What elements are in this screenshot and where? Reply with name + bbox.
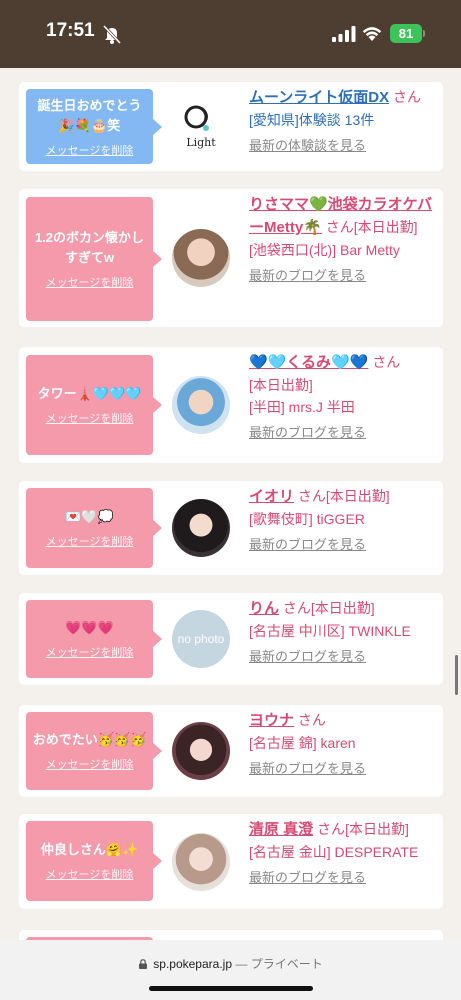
sender-name-link[interactable]: ムーンライト仮面DX (249, 89, 389, 106)
message-bubble: 💌🤍💭 メッセージを削除 (26, 488, 162, 568)
delete-message-link[interactable]: メッセージを削除 (46, 274, 134, 290)
latest-blog-link[interactable]: 最新のブログを見る (249, 758, 439, 777)
url-domain: sp.pokepara.jp (153, 957, 233, 971)
clock: 17:51 (46, 20, 95, 41)
message-text: タワー🗼🩵🩵🩵 (37, 386, 142, 401)
message-text: 1.2のボカン懐かしすぎてw (34, 230, 145, 265)
sender-detail: [半田] mrs.J 半田 (249, 399, 355, 415)
message-bubble: 💗💗💗 メッセージを削除 (26, 600, 162, 678)
delete-message-link[interactable]: メッセージを削除 (46, 142, 134, 158)
avatar[interactable] (172, 499, 230, 557)
avatar[interactable] (172, 833, 230, 891)
sender-detail: [名古屋 中川区] TWINKLE (249, 623, 411, 639)
latest-blog-link[interactable]: 最新のブログを見る (249, 422, 439, 441)
honorific: さん (317, 821, 346, 837)
sender-info: ヨウナ さん [名古屋 錦] karen 最新のブログを見る (249, 709, 439, 777)
battery-level: 81 (398, 26, 414, 41)
sender-info: りさママ💚池袋カラオケバーMetty🌴 さん[本日出勤] [池袋西口(北)] B… (249, 193, 439, 284)
avatar[interactable] (172, 722, 230, 780)
sender-detail: [愛知県]体験談 13件 (249, 112, 375, 128)
lock-icon (139, 959, 148, 969)
honorific: さん (392, 89, 421, 105)
browser-url-bar[interactable]: sp.pokepara.jp — プライベート (0, 940, 461, 1000)
working-today-badge: [本日出勤] (325, 488, 390, 504)
message-text: おめでたい🥳🥳🥳 (32, 732, 147, 747)
private-mode-label: プライベート (250, 957, 323, 971)
delete-message-link[interactable]: メッセージを削除 (46, 756, 134, 772)
delete-message-link[interactable]: メッセージを削除 (46, 644, 134, 660)
message-bubble: 1.2のボカン懐かしすぎてw メッセージを削除 (26, 197, 162, 321)
delete-message-link[interactable]: メッセージを削除 (46, 410, 134, 426)
message-card: タワー🗼🩵🩵🩵 メッセージを削除 💙🩵くるみ🩵💙 さん [本日出勤] [半田] … (19, 347, 443, 463)
honorific: さん (372, 354, 401, 370)
sender-info: りん さん[本日出勤] [名古屋 中川区] TWINKLE 最新のブログを見る (249, 597, 439, 665)
working-today-badge: [本日出勤] (353, 219, 418, 235)
message-card-partial (19, 930, 443, 940)
sender-info: ムーンライト仮面DX さん [愛知県]体験談 13件 最新の体験談を見る (249, 86, 439, 154)
scrollbar[interactable] (455, 655, 458, 695)
message-bubble: 誕生日おめでとう🎉💐🎂笑 メッセージを削除 (26, 89, 162, 164)
shop-logo-icon: Light (184, 105, 216, 149)
latest-blog-link[interactable]: 最新のブログを見る (249, 646, 439, 665)
message-card: おめでたい🥳🥳🥳 メッセージを削除 ヨウナ さん [名古屋 錦] karen 最… (19, 705, 443, 797)
wifi-icon (362, 27, 382, 41)
working-today-badge: [本日出勤] (345, 821, 409, 837)
message-card: 誕生日おめでとう🎉💐🎂笑 メッセージを削除 Light ムーンライト仮面DX さ… (19, 82, 443, 171)
sender-info: イオリ さん[本日出勤] [歌舞伎町] tiGGER 最新のブログを見る (249, 485, 439, 553)
latest-blog-link[interactable]: 最新のブログを見る (249, 265, 439, 284)
sender-detail: [名古屋 錦] karen (249, 735, 356, 751)
working-today-badge: [本日出勤] (249, 377, 313, 393)
working-today-badge: [本日出勤] (310, 600, 375, 616)
message-card: 💗💗💗 メッセージを削除 no photo りん さん[本日出勤] [名古屋 中… (19, 593, 443, 685)
message-list: 誕生日おめでとう🎉💐🎂笑 メッセージを削除 Light ムーンライト仮面DX さ… (0, 68, 461, 940)
sender-detail: [歌舞伎町] tiGGER (249, 511, 365, 527)
latest-blog-link[interactable]: 最新のブログを見る (249, 867, 439, 886)
latest-blog-link[interactable]: 最新のブログを見る (249, 534, 439, 553)
sender-name-link[interactable]: 清原 真澄 (249, 821, 313, 838)
avatar[interactable]: Light (172, 96, 230, 154)
latest-reviews-link[interactable]: 最新の体験談を見る (249, 135, 439, 154)
bell-muted-icon (102, 24, 122, 45)
sender-info: 清原 真澄 さん[本日出勤] [名古屋 金山] DESPERATE 最新のブログ… (249, 818, 439, 886)
sender-info: 💙🩵くるみ🩵💙 さん [本日出勤] [半田] mrs.J 半田 最新のブログを見… (249, 351, 439, 441)
honorific: さん (297, 488, 326, 504)
battery-icon: 81 (390, 24, 422, 43)
home-indicator[interactable] (149, 986, 313, 991)
message-card: 💌🤍💭 メッセージを削除 イオリ さん[本日出勤] [歌舞伎町] tiGGER … (19, 481, 443, 575)
sender-detail: [池袋西口(北)] Bar Metty (249, 242, 400, 258)
sender-name-link[interactable]: りん (249, 600, 279, 617)
message-bubble: おめでたい🥳🥳🥳 メッセージを削除 (26, 712, 162, 790)
message-card: 1.2のボカン懐かしすぎてw メッセージを削除 りさママ💚池袋カラオケバーMet… (19, 189, 443, 327)
sender-name-link[interactable]: ヨウナ (249, 712, 294, 729)
message-bubble: 仲良しさん🤗✨ メッセージを削除 (26, 821, 162, 901)
message-card: 仲良しさん🤗✨ メッセージを削除 清原 真澄 さん[本日出勤] [名古屋 金山]… (19, 814, 443, 909)
no-photo-placeholder: no photo (177, 632, 225, 646)
message-text: 💗💗💗 (65, 620, 114, 635)
delete-message-link[interactable]: メッセージを削除 (46, 866, 134, 882)
status-bar: 17:51 81 (0, 0, 461, 68)
cellular-signal-icon (332, 26, 356, 42)
honorific: さん (297, 712, 326, 728)
message-text: 仲良しさん🤗✨ (40, 842, 139, 857)
url-separator: — (235, 957, 248, 971)
sender-name-link[interactable]: 💙🩵くるみ🩵💙 (249, 354, 368, 371)
battery-tip (423, 30, 425, 37)
avatar[interactable] (172, 376, 230, 434)
message-bubble: タワー🗼🩵🩵🩵 メッセージを削除 (26, 355, 162, 455)
sender-detail: [名古屋 金山] DESPERATE (249, 844, 419, 860)
message-text: 💌🤍💭 (65, 509, 114, 524)
url-display[interactable]: sp.pokepara.jp — プライベート (0, 955, 461, 972)
honorific: さん (282, 600, 311, 616)
honorific: さん (325, 219, 354, 235)
logo-text: Light (186, 136, 216, 149)
avatar[interactable] (172, 229, 230, 287)
message-text: 誕生日おめでとう🎉💐🎂笑 (37, 97, 142, 133)
sender-name-link[interactable]: イオリ (249, 488, 294, 505)
avatar[interactable]: no photo (172, 610, 230, 668)
delete-message-link[interactable]: メッセージを削除 (46, 533, 134, 549)
